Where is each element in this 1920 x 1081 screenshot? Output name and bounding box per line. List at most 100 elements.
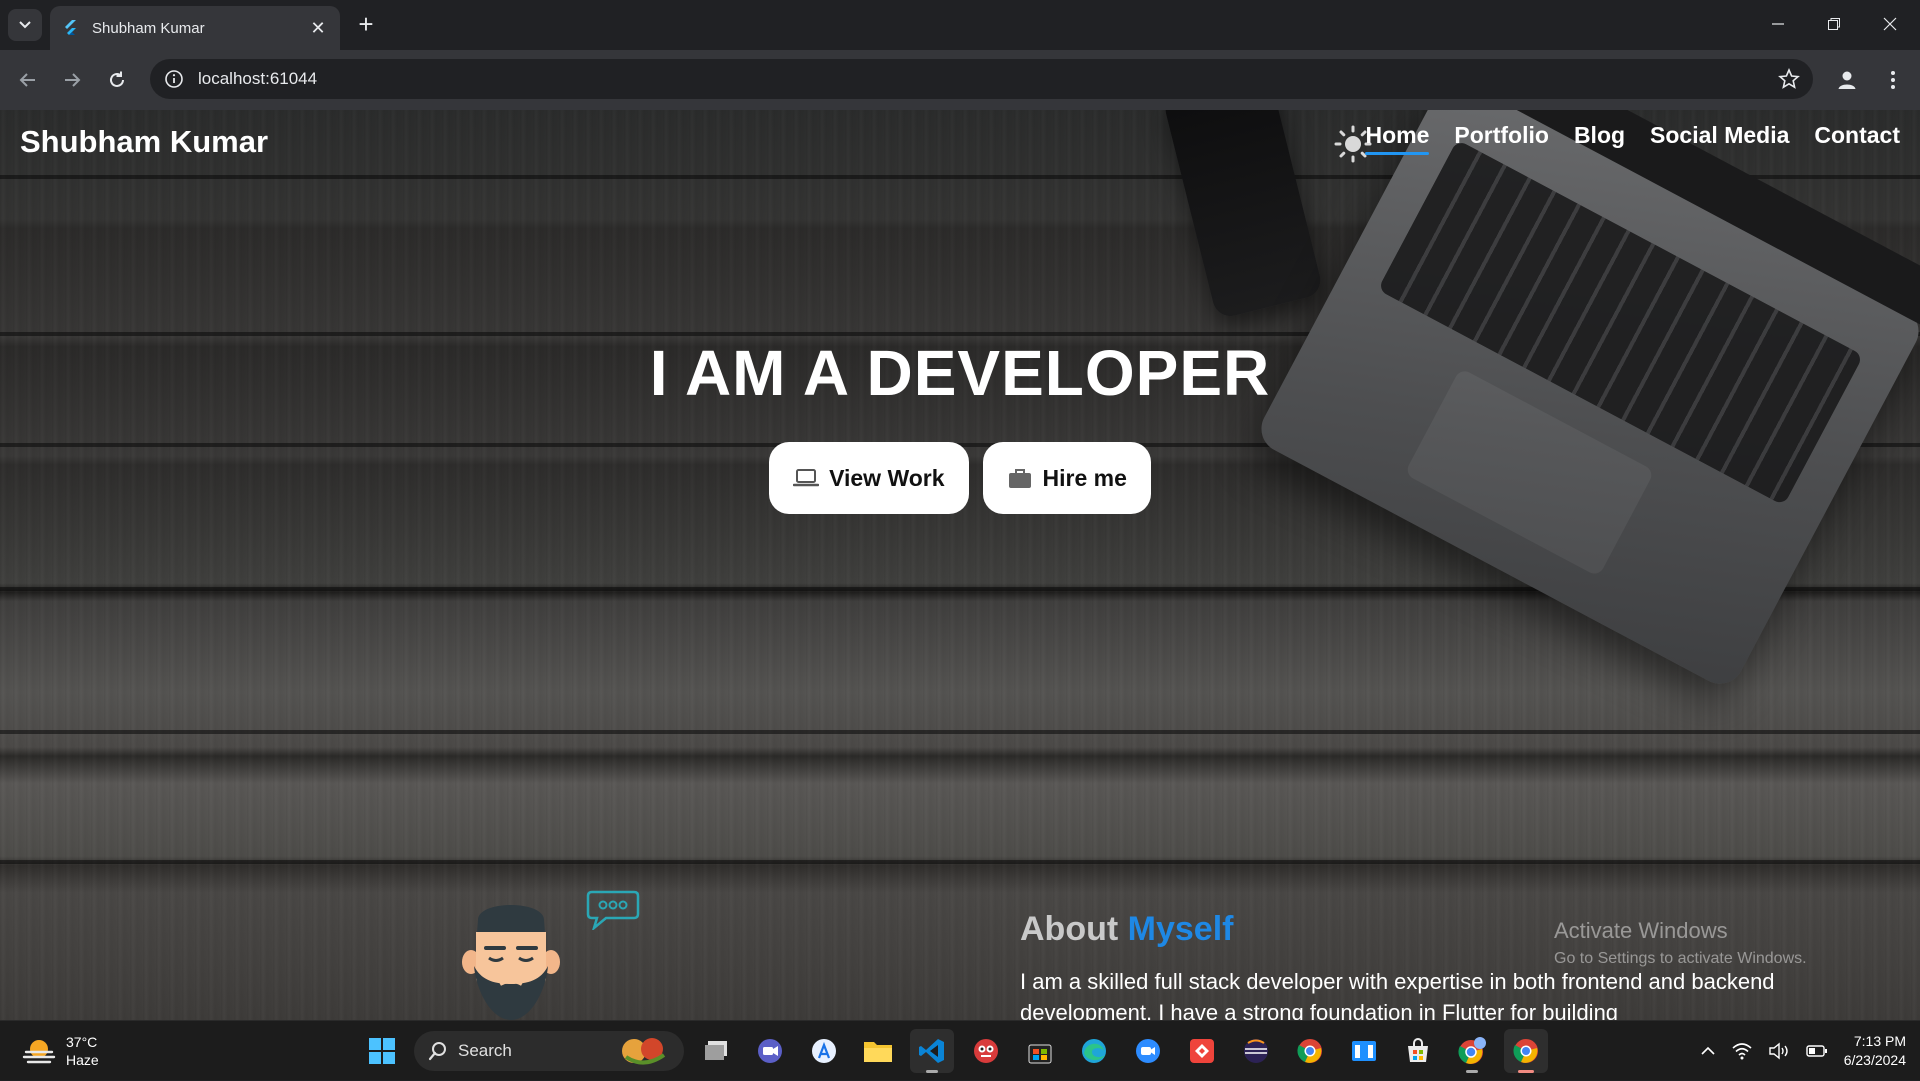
start-button[interactable]	[360, 1029, 404, 1073]
taskbar-zoom[interactable]	[1126, 1029, 1170, 1073]
running-indicator	[926, 1070, 938, 1073]
vscode-icon	[919, 1039, 944, 1063]
taskbar-anydesk[interactable]	[1180, 1029, 1224, 1073]
chevron-up-icon[interactable]	[1700, 1043, 1716, 1059]
taskbar-clock[interactable]: 7:13 PM 6/23/2024	[1844, 1032, 1906, 1070]
taskbar-app-store[interactable]	[802, 1029, 846, 1073]
taskbar-task-view[interactable]	[694, 1029, 738, 1073]
more-vertical-icon	[1891, 71, 1895, 89]
about-title-prefix: About	[1020, 910, 1119, 948]
new-tab-button[interactable]: +	[352, 11, 380, 39]
activate-windows-watermark: Activate Windows Go to Settings to activ…	[1554, 918, 1807, 968]
system-tray: 7:13 PM 6/23/2024	[1700, 1021, 1906, 1081]
background-phone-image	[1161, 110, 1325, 320]
eclipse-icon	[1244, 1039, 1268, 1063]
browser-tab[interactable]: Shubham Kumar ✕	[50, 6, 340, 50]
wood-plank-divider	[0, 860, 1920, 864]
developer-avatar-illustration	[462, 905, 560, 1020]
about-title-highlight: Myself	[1127, 910, 1234, 948]
url-text[interactable]: localhost:61044	[198, 69, 1769, 89]
taskbar-ms-store[interactable]	[1018, 1029, 1062, 1073]
star-icon	[1778, 68, 1800, 89]
view-work-button[interactable]: View Work	[769, 442, 969, 514]
wood-plank-divider	[0, 730, 1920, 734]
minimize-button[interactable]	[1758, 10, 1798, 38]
view-work-label: View Work	[829, 464, 945, 491]
wifi-icon[interactable]	[1732, 1042, 1752, 1060]
taskbar-vscode[interactable]	[910, 1029, 954, 1073]
taskbar-search-label: Search	[458, 1041, 512, 1060]
taskbar-microsoft-store[interactable]	[1396, 1029, 1440, 1073]
briefcase-icon	[1008, 469, 1031, 488]
search-highlight-illustration-icon	[622, 1038, 666, 1065]
taskbar-search[interactable]: Search	[414, 1031, 684, 1071]
profile-icon	[1838, 71, 1856, 89]
site-info-button[interactable]	[154, 59, 194, 99]
reload-button[interactable]	[101, 64, 133, 96]
arrow-right-icon	[65, 73, 81, 87]
anydesk-icon	[1190, 1039, 1214, 1063]
minimize-icon	[1772, 23, 1784, 25]
folder-icon	[864, 1042, 892, 1062]
restore-icon	[1828, 18, 1840, 30]
taskbar-apps: Search	[360, 1029, 1548, 1073]
bookmark-button[interactable]	[1769, 59, 1809, 99]
shopping-bag-icon	[1408, 1038, 1428, 1062]
watermark-line1: Activate Windows	[1554, 918, 1728, 943]
taskbar-window-app[interactable]	[1342, 1029, 1386, 1073]
tab-title: Shubham Kumar	[92, 19, 205, 37]
nav-social-media[interactable]: Social Media	[1650, 122, 1789, 155]
flutter-favicon-icon	[65, 20, 76, 35]
info-icon	[165, 70, 183, 88]
clock-date: 6/23/2024	[1843, 1052, 1906, 1068]
task-view-icon	[705, 1041, 727, 1060]
nav-home[interactable]: Home	[1365, 122, 1429, 155]
page-viewport: Shubham Kumar Home Portfolio Blog Social…	[0, 110, 1920, 1020]
hire-me-label: Hire me	[1042, 464, 1127, 491]
tab-close-icon[interactable]: ✕	[308, 18, 328, 39]
laptop-icon	[793, 469, 820, 487]
profile-button[interactable]	[1830, 63, 1864, 97]
about-text: I am a skilled full stack developer with…	[1020, 969, 1775, 1020]
nav-blog[interactable]: Blog	[1574, 122, 1625, 155]
taskbar-edge[interactable]	[1072, 1029, 1116, 1073]
back-button[interactable]	[12, 64, 44, 96]
arrow-left-icon	[19, 73, 35, 87]
address-bar[interactable]: localhost:61044	[150, 59, 1813, 99]
taskbar-game-app[interactable]	[964, 1029, 1008, 1073]
chrome-profile-icon	[1458, 1037, 1486, 1064]
speaker-icon[interactable]	[1768, 1042, 1790, 1060]
close-icon	[1883, 17, 1897, 31]
chevron-down-icon	[19, 21, 31, 29]
weather-widget[interactable]: 37°C Haze	[22, 1033, 99, 1069]
browser-toolbar: localhost:61044	[0, 50, 1920, 110]
taskbar-file-explorer[interactable]	[856, 1029, 900, 1073]
restore-button[interactable]	[1814, 10, 1854, 38]
windows-taskbar: 37°C Haze Search 7:13 PM 6/23/2024	[0, 1020, 1920, 1080]
forward-button[interactable]	[56, 64, 88, 96]
close-window-button[interactable]	[1870, 10, 1910, 38]
taskbar-chrome-active[interactable]	[1504, 1029, 1548, 1073]
watermark-line2: Go to Settings to activate Windows.	[1554, 950, 1807, 967]
running-indicator	[1466, 1070, 1478, 1073]
active-indicator	[1518, 1070, 1534, 1073]
hire-me-button[interactable]: Hire me	[982, 442, 1151, 514]
weather-desc: Haze	[66, 1052, 99, 1068]
tab-search-button[interactable]	[8, 9, 42, 41]
video-call-icon	[758, 1039, 782, 1063]
windows-logo-icon	[369, 1038, 395, 1064]
chrome-icon	[1513, 1039, 1538, 1063]
store-bag-icon	[1028, 1044, 1052, 1064]
site-brand[interactable]: Shubham Kumar	[20, 124, 268, 160]
taskbar-eclipse[interactable]	[1234, 1029, 1278, 1073]
nav-portfolio[interactable]: Portfolio	[1454, 122, 1549, 155]
edge-browser-icon	[1082, 1039, 1106, 1063]
window-app-icon	[1352, 1041, 1376, 1061]
taskbar-chrome[interactable]	[1288, 1029, 1332, 1073]
taskbar-chrome-profile[interactable]	[1450, 1029, 1494, 1073]
battery-icon[interactable]	[1806, 1044, 1828, 1058]
browser-menu-button[interactable]	[1876, 63, 1910, 97]
zoom-icon	[1136, 1039, 1160, 1063]
taskbar-meet[interactable]	[748, 1029, 792, 1073]
nav-contact[interactable]: Contact	[1814, 122, 1900, 155]
